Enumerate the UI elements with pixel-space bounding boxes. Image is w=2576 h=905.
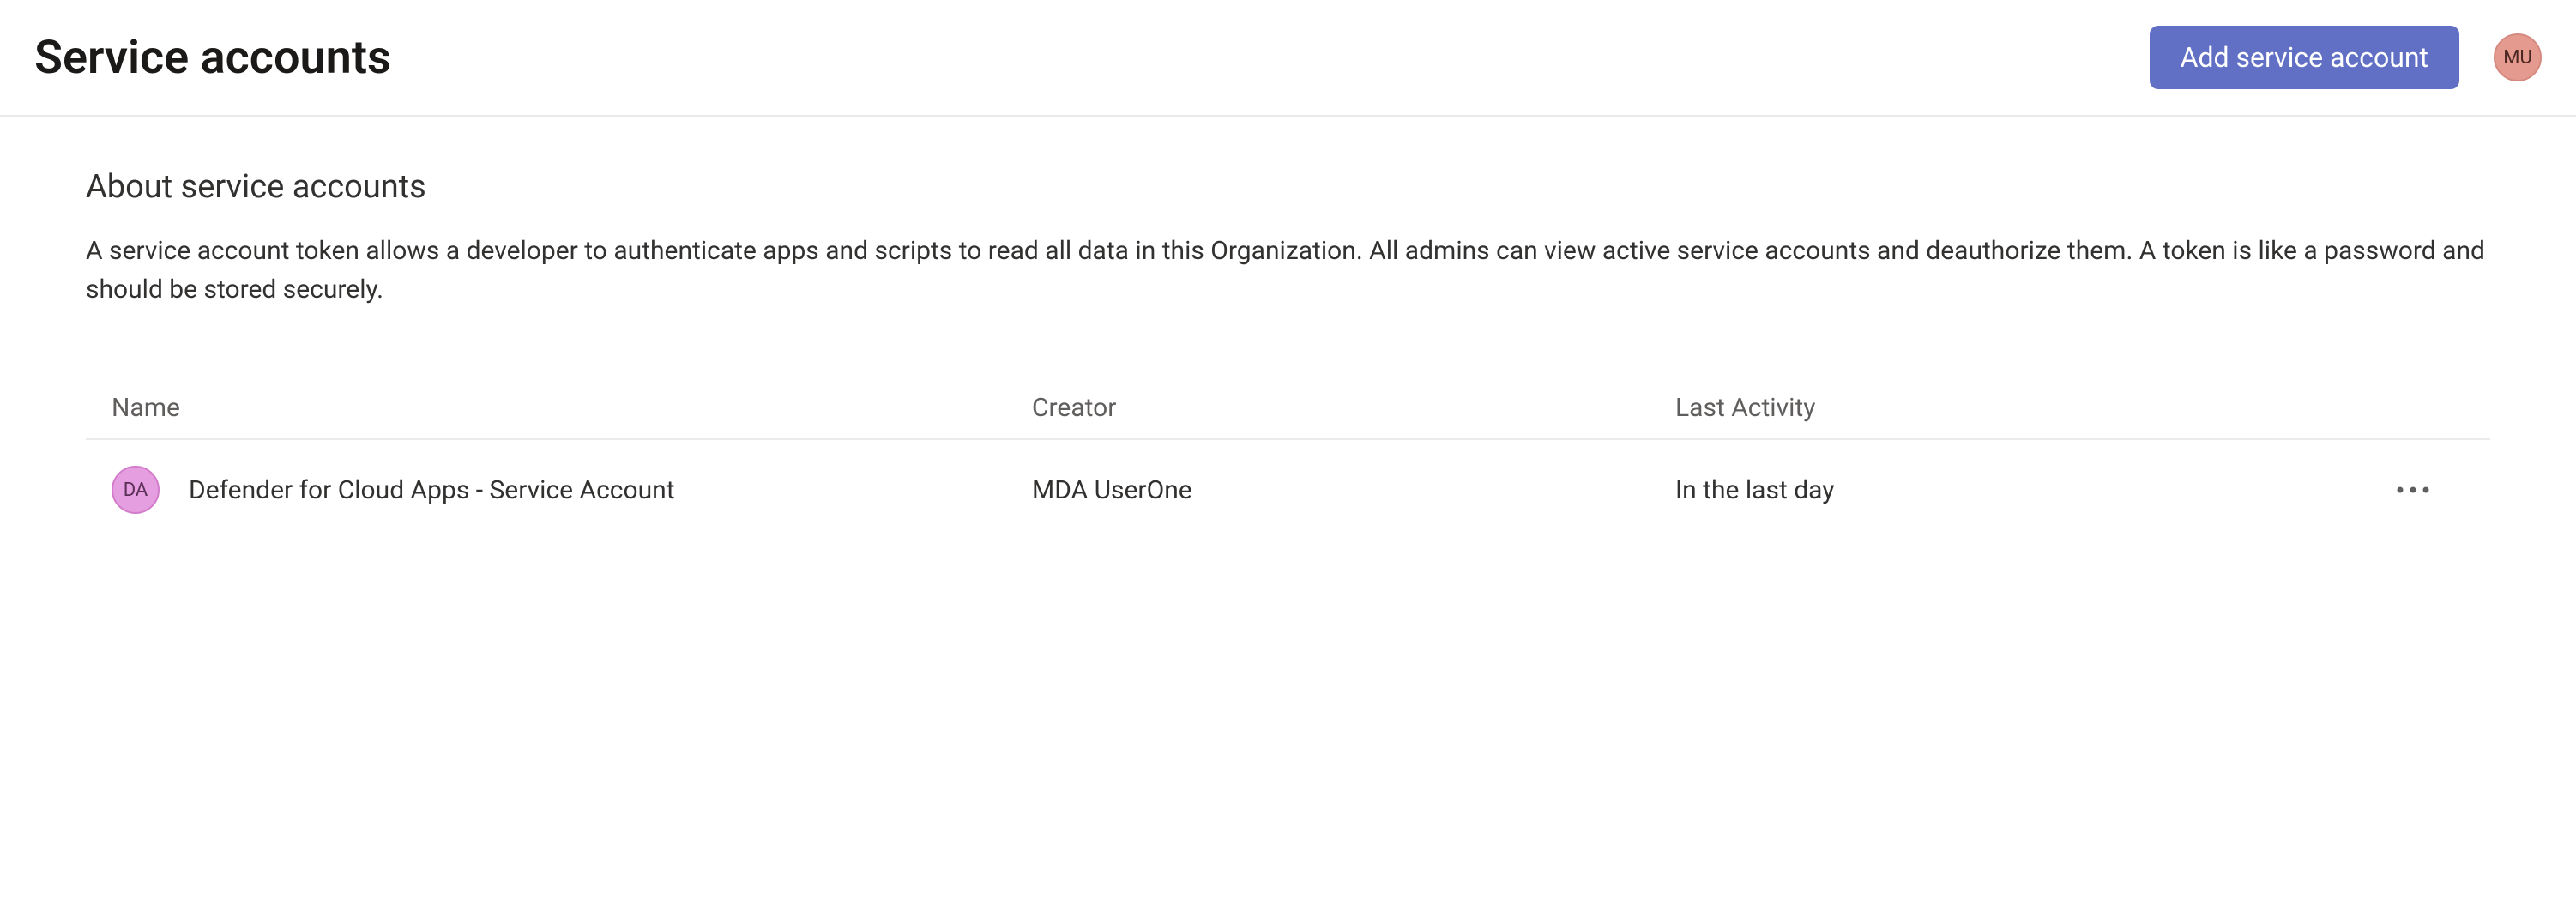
column-header-last-activity[interactable]: Last Activity bbox=[1675, 393, 2362, 423]
service-accounts-table: Name Creator Last Activity DA Defender f… bbox=[86, 377, 2490, 540]
page-title: Service accounts bbox=[34, 31, 391, 85]
header-actions: Add service account MU bbox=[2150, 26, 2542, 89]
column-header-creator[interactable]: Creator bbox=[1032, 393, 1675, 423]
row-last-activity: In the last day bbox=[1675, 475, 2362, 505]
column-header-name[interactable]: Name bbox=[112, 393, 1032, 423]
row-more-actions-button[interactable] bbox=[2362, 477, 2464, 504]
about-heading: About service accounts bbox=[86, 168, 2490, 206]
more-horizontal-icon bbox=[2396, 484, 2430, 497]
table-header-row: Name Creator Last Activity bbox=[86, 377, 2490, 440]
add-service-account-button[interactable]: Add service account bbox=[2150, 26, 2459, 89]
table-row[interactable]: DA Defender for Cloud Apps - Service Acc… bbox=[86, 440, 2490, 540]
about-description: A service account token allows a develop… bbox=[86, 232, 2488, 309]
user-avatar[interactable]: MU bbox=[2494, 33, 2542, 81]
row-name: Defender for Cloud Apps - Service Accoun… bbox=[189, 475, 1032, 505]
row-avatar: DA bbox=[112, 466, 160, 514]
row-creator: MDA UserOne bbox=[1032, 475, 1675, 505]
page-header: Service accounts Add service account MU bbox=[0, 0, 2576, 117]
main-content: About service accounts A service account… bbox=[0, 117, 2576, 540]
